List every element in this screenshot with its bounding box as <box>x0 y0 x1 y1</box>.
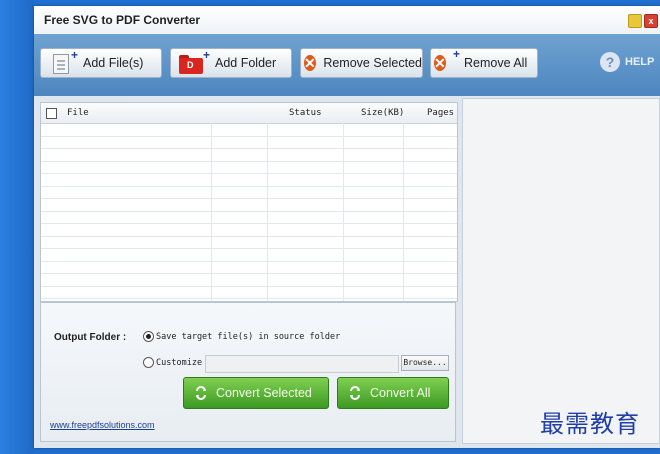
radio-customize[interactable] <box>143 357 154 368</box>
minimize-button[interactable] <box>628 14 642 28</box>
remove-selected-button[interactable]: ✕ Remove Selected <box>300 48 423 78</box>
add-file-icon: + <box>53 48 78 74</box>
website-link[interactable]: www.freepdfsolutions.com <box>50 420 155 430</box>
grid-column-line <box>403 123 404 301</box>
help-label: HELP <box>625 56 655 68</box>
source-folder-label: Save target file(s) in source folder <box>156 332 341 342</box>
grid-line <box>41 160 457 162</box>
app-window: Free SVG to PDF Converter x + Add File(s… <box>34 6 660 448</box>
preview-pane <box>462 98 660 444</box>
add-files-label: Add File(s) <box>83 56 144 70</box>
grid-line <box>41 248 457 249</box>
help-button[interactable]: ? HELP <box>600 52 654 72</box>
remove-all-icon: ✕ + <box>434 47 460 71</box>
window-title: Free SVG to PDF Converter <box>44 13 201 27</box>
output-folder-label: Output Folder : <box>54 332 127 343</box>
grid-column-line <box>267 123 268 301</box>
grid-line <box>41 273 457 274</box>
select-all-checkbox[interactable] <box>46 108 57 119</box>
desktop-background <box>0 0 34 454</box>
watermark-text: 最需教育 <box>540 410 640 438</box>
convert-selected-button[interactable]: Convert Selected <box>183 377 329 409</box>
convert-all-label: Convert All <box>370 386 431 400</box>
remove-all-label: Remove All <box>464 56 528 70</box>
grid-line <box>41 223 457 224</box>
add-files-button[interactable]: + Add File(s) <box>40 48 162 78</box>
column-size[interactable]: Size(KB) <box>361 108 404 118</box>
browse-button[interactable]: Browse... <box>401 355 449 371</box>
grid-line <box>41 298 457 299</box>
column-status[interactable]: Status <box>289 108 322 118</box>
output-panel: Output Folder : Save target file(s) in s… <box>40 302 456 442</box>
add-folder-button[interactable]: + Add Folder <box>170 48 292 78</box>
remove-icon: ✕ <box>304 55 316 71</box>
convert-icon <box>194 386 208 400</box>
grid-line <box>41 285 457 287</box>
add-folder-icon: + <box>179 48 210 74</box>
column-pages[interactable]: Pages <box>427 108 454 118</box>
grid-line <box>41 173 457 174</box>
grid-line <box>41 198 457 199</box>
column-file[interactable]: File <box>67 108 89 118</box>
file-list-header: File Status Size(KB) Pages <box>41 103 457 124</box>
grid-column-line <box>343 123 344 301</box>
radio-source-folder[interactable] <box>143 331 154 342</box>
file-list[interactable]: File Status Size(KB) Pages <box>40 102 458 302</box>
grid-line <box>41 210 457 212</box>
customize-label: Customize <box>156 358 203 368</box>
remove-all-button[interactable]: ✕ + Remove All <box>430 47 538 78</box>
grid-line <box>41 260 457 262</box>
grid-column-line <box>211 123 212 301</box>
close-button[interactable]: x <box>644 14 658 28</box>
grid-line <box>41 235 457 237</box>
convert-all-button[interactable]: Convert All <box>337 377 449 409</box>
custom-folder-input[interactable] <box>205 355 399 373</box>
grid-line <box>41 135 457 137</box>
grid-line <box>41 185 457 187</box>
title-bar: Free SVG to PDF Converter x <box>34 6 660 35</box>
add-folder-label: Add Folder <box>215 56 277 70</box>
question-icon: ? <box>600 52 620 72</box>
convert-all-icon <box>348 386 362 400</box>
remove-selected-label: Remove Selected <box>323 56 422 70</box>
convert-selected-label: Convert Selected <box>216 386 312 400</box>
toolbar: + Add File(s) + Add Folder ✕ Remove Sele… <box>34 34 660 96</box>
grid-line <box>41 148 457 149</box>
